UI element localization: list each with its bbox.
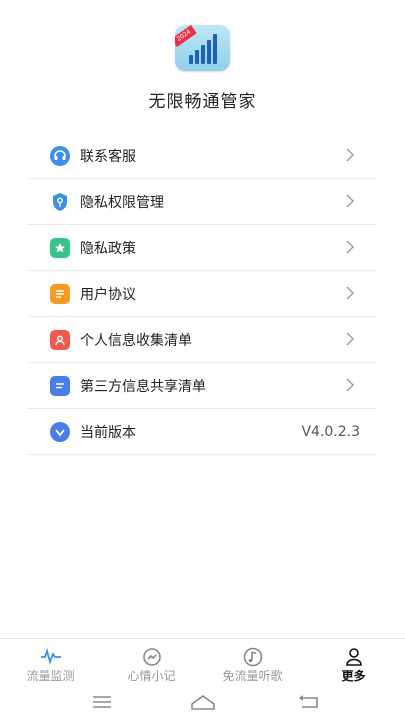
music-icon bbox=[243, 647, 262, 667]
chevron-right-icon bbox=[346, 194, 354, 208]
tab-label: 流量监测 bbox=[26, 669, 75, 683]
version-value: V4.0.2.3 bbox=[301, 423, 360, 440]
menu-item-label: 联系客服 bbox=[80, 148, 136, 165]
menu-item-agreement[interactable]: 用户协议 bbox=[28, 271, 376, 317]
menu-item-permissions[interactable]: 隐私权限管理 bbox=[28, 179, 376, 225]
menu-item-label: 隐私权限管理 bbox=[80, 194, 164, 211]
headset-icon bbox=[50, 145, 70, 166]
menu-item-label: 第三方信息共享清单 bbox=[80, 378, 206, 395]
tab-label: 心情小记 bbox=[127, 669, 176, 683]
menu-item-label: 当前版本 bbox=[80, 424, 136, 441]
tab-mood-notes[interactable]: 心情小记 bbox=[101, 639, 202, 687]
chevron-right-icon bbox=[346, 148, 354, 162]
star-bookmark-icon bbox=[50, 237, 70, 258]
tab-label: 更多 bbox=[341, 669, 366, 683]
year-ribbon: 2024 bbox=[175, 25, 197, 47]
shield-key-icon bbox=[50, 192, 70, 212]
document-icon bbox=[50, 283, 70, 304]
tab-label: 免流量听歌 bbox=[222, 669, 283, 683]
list-doc-icon bbox=[50, 375, 70, 396]
menu-item-contact[interactable]: 联系客服 bbox=[28, 133, 376, 179]
chevron-right-icon bbox=[346, 286, 354, 300]
app-title: 无限畅通管家 bbox=[148, 92, 257, 112]
mood-icon bbox=[142, 648, 161, 666]
app-logo-icon: 2024 bbox=[175, 25, 230, 71]
settings-menu: 联系客服 隐私权限管理 隐私政策 用户协议 个人信息收集清单 第三方信息共享清单… bbox=[28, 133, 376, 455]
menu-item-label: 个人信息收集清单 bbox=[80, 332, 192, 349]
bottom-tab-bar: 流量监测 心情小记 免流量听歌 更多 bbox=[0, 638, 405, 687]
tab-free-music[interactable]: 免流量听歌 bbox=[202, 639, 303, 687]
menu-item-third-party[interactable]: 第三方信息共享清单 bbox=[28, 363, 376, 409]
menu-item-label: 用户协议 bbox=[80, 286, 136, 303]
back-icon[interactable] bbox=[298, 694, 320, 710]
system-nav-bar bbox=[0, 686, 405, 720]
menu-item-version[interactable]: 当前版本 V4.0.2.3 bbox=[28, 409, 376, 455]
chevron-right-icon bbox=[346, 378, 354, 392]
pulse-icon bbox=[40, 647, 61, 665]
version-check-icon bbox=[50, 421, 70, 442]
tab-traffic-monitor[interactable]: 流量监测 bbox=[0, 639, 101, 687]
menu-item-policy[interactable]: 隐私政策 bbox=[28, 225, 376, 271]
menu-item-label: 隐私政策 bbox=[80, 240, 136, 257]
person-icon bbox=[345, 648, 362, 666]
tab-more[interactable]: 更多 bbox=[303, 639, 404, 687]
chevron-right-icon bbox=[346, 332, 354, 346]
user-card-icon bbox=[50, 329, 70, 350]
menu-item-personal-info[interactable]: 个人信息收集清单 bbox=[28, 317, 376, 363]
home-icon[interactable] bbox=[190, 694, 216, 710]
menu-lines-icon[interactable] bbox=[92, 694, 112, 710]
chevron-right-icon bbox=[346, 240, 354, 254]
